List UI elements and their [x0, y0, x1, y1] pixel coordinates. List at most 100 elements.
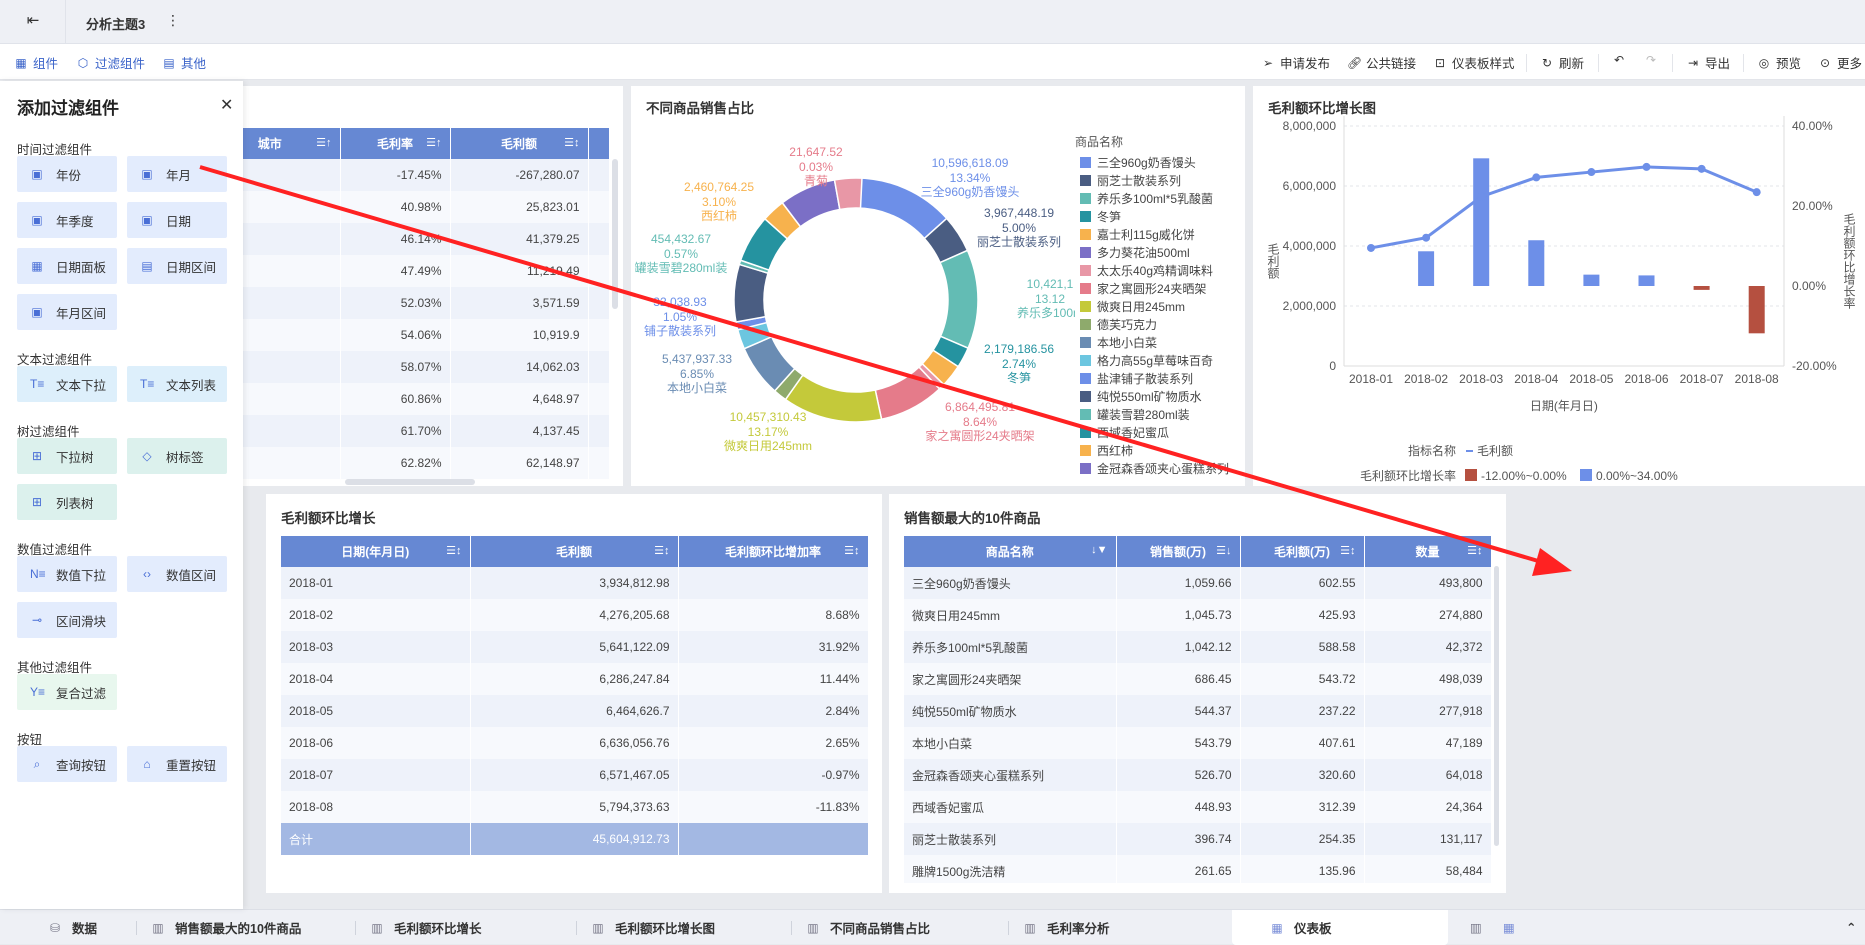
- sort-icon[interactable]: ☰↕: [654, 544, 669, 557]
- table-row[interactable]: 54.06% 10,919.9: [200, 319, 610, 351]
- filter-widget-button[interactable]: ▣ 年份: [17, 156, 117, 192]
- sort-icon[interactable]: ☰↑: [426, 136, 441, 149]
- column-header[interactable]: 毛利额环比增加率 ☰↕: [678, 536, 869, 567]
- table-row[interactable]: 家之寓圆形24夹晒架 686.45 543.72 498,039: [904, 663, 1492, 695]
- preview-button[interactable]: ◎ 预览: [1757, 53, 1801, 72]
- column-header[interactable]: 商品名称 ↓▼: [904, 536, 1117, 567]
- filter-widget-button[interactable]: ‹› 数值区间: [127, 556, 227, 592]
- growth-bar[interactable]: [1748, 286, 1765, 334]
- filter-widget-button[interactable]: T≡ 文本下拉: [17, 366, 117, 402]
- filter-widget-button[interactable]: ⊸ 区间滑块: [17, 602, 117, 638]
- legend-item[interactable]: 微爽日用245mm: [1080, 298, 1185, 315]
- pie-slice[interactable]: [939, 249, 979, 350]
- growth-bar[interactable]: [1418, 251, 1435, 286]
- table-row[interactable]: 2018-08 5,794,373.63 -11.83%: [281, 791, 869, 823]
- table-row[interactable]: 2018-01 3,934,812.98: [281, 567, 869, 599]
- table-row[interactable]: 2018-05 6,464,626.7 2.84%: [281, 695, 869, 727]
- table-row[interactable]: 2018-04 6,286,247.84 11.44%: [281, 663, 869, 695]
- vertical-scrollbar[interactable]: [1494, 566, 1499, 846]
- table-row[interactable]: -17.45% -267,280.07: [200, 159, 610, 191]
- horizontal-scrollbar[interactable]: [345, 479, 475, 485]
- filter-widget-button[interactable]: ▣ 年月区间: [17, 294, 117, 330]
- legend-item[interactable]: 冬笋: [1080, 208, 1121, 225]
- sort-icon[interactable]: ☰↕: [1467, 544, 1482, 557]
- legend-item[interactable]: 太太乐40g鸡精调味料: [1080, 262, 1213, 279]
- export-button[interactable]: ⇥ 导出: [1686, 53, 1730, 72]
- table-row[interactable]: 丽芝士散装系列 396.74 254.35 131,117: [904, 823, 1492, 855]
- filter-widget-button[interactable]: ⌂ 重置按钮: [127, 746, 227, 782]
- refresh-button[interactable]: ↻ 刷新: [1540, 53, 1584, 72]
- table-row[interactable]: 47.49% 11,219.49: [200, 255, 610, 287]
- legend-item[interactable]: 德芙巧克力: [1080, 316, 1157, 333]
- column-header[interactable]: 销售额(万) ☰↓: [1116, 536, 1241, 567]
- other-button[interactable]: ▤ 其他: [162, 53, 206, 72]
- growth-bar[interactable]: [1638, 275, 1655, 286]
- legend-item[interactable]: 本地小白菜: [1080, 334, 1157, 351]
- legend-item[interactable]: 西红柿: [1080, 442, 1133, 459]
- legend-item[interactable]: 家之寓圆形24夹晒架: [1080, 280, 1206, 297]
- table-row[interactable]: 纯悦550ml矿物质水 544.37 237.22 277,918: [904, 695, 1492, 727]
- table-row[interactable]: 40.98% 25,823.01: [200, 191, 610, 223]
- filter-widget-button[interactable]: N≡ 数值下拉: [17, 556, 117, 592]
- table-row[interactable]: 2018-02 4,276,205.68 8.68%: [281, 599, 869, 631]
- table-row[interactable]: 雕牌1500g洗洁精 261.65 135.96 58,484: [904, 855, 1492, 883]
- bottom-tab[interactable]: ▥ 毛利额环比增长图: [591, 910, 715, 945]
- table-row[interactable]: 三全960g奶香馒头 1,059.66 602.55 493,800: [904, 567, 1492, 599]
- legend-item[interactable]: 养乐多100ml*5乳酸菌: [1080, 190, 1213, 207]
- filter-widget-button[interactable]: Y≡ 复合过滤: [17, 674, 117, 710]
- line-point[interactable]: [1367, 243, 1375, 252]
- undo-icon[interactable]: ↶: [1612, 53, 1626, 67]
- line-point[interactable]: [1697, 164, 1706, 173]
- table-row[interactable]: 养乐多100ml*5乳酸菌 1,042.12 588.58 42,372: [904, 631, 1492, 663]
- sort-icon[interactable]: ☰↕: [446, 544, 461, 557]
- legend-item[interactable]: 西域香妃蜜瓜: [1080, 424, 1169, 441]
- table-row[interactable]: 52.03% 3,571.59: [200, 287, 610, 319]
- add-component-icon[interactable]: ▥: [1470, 910, 1484, 945]
- growth-bar[interactable]: [1528, 240, 1545, 286]
- line-point[interactable]: [1752, 188, 1761, 197]
- redo-icon[interactable]: ↷: [1644, 53, 1658, 67]
- column-header[interactable]: 毛利额(万) ☰↕: [1240, 536, 1365, 567]
- legend-pos-swatch[interactable]: [1580, 469, 1592, 481]
- more-vertical-icon[interactable]: ⋮: [166, 12, 180, 29]
- sort-icon[interactable]: ☰↕: [844, 544, 859, 557]
- column-header[interactable]: 数量 ☰↕: [1364, 536, 1492, 567]
- legend-item[interactable]: 丽芝士散装系列: [1080, 172, 1181, 189]
- filter-widget-button[interactable]: ⌕ 查询按钮: [17, 746, 117, 782]
- line-point[interactable]: [1642, 162, 1651, 171]
- sort-icon[interactable]: ☰↕: [564, 136, 579, 149]
- legend-item[interactable]: 三全960g奶香馒头: [1080, 154, 1196, 171]
- table-row[interactable]: 2018-07 6,571,467.05 -0.97%: [281, 759, 869, 791]
- filter-widget-button[interactable]: ▣ 日期: [127, 202, 227, 238]
- table-row[interactable]: 2018-06 6,636,056.76 2.65%: [281, 727, 869, 759]
- filter-widget-button[interactable]: ▦ 日期面板: [17, 248, 117, 284]
- sort-filter-icon[interactable]: ↓▼: [1091, 544, 1107, 556]
- sort-icon[interactable]: ☰↑: [316, 136, 331, 149]
- line-point[interactable]: [1587, 168, 1596, 177]
- filter-widget-button[interactable]: T≡ 文本列表: [127, 366, 227, 402]
- component-button[interactable]: ▦ 组件: [14, 53, 58, 72]
- filter-component-button[interactable]: ⬡ 过滤组件: [76, 53, 145, 72]
- growth-bar[interactable]: [1583, 274, 1600, 286]
- filter-widget-button[interactable]: ⊞ 列表树: [17, 484, 117, 520]
- line-point[interactable]: [1422, 233, 1431, 242]
- table-row[interactable]: 46.14% 41,379.25: [200, 223, 610, 255]
- legend-item[interactable]: 盐津铺子散装系列: [1080, 370, 1193, 387]
- bottom-tab[interactable]: ▥ 销售额最大的10件商品: [151, 910, 301, 945]
- theme-title[interactable]: 分析主题3: [86, 14, 145, 33]
- column-header[interactable]: 毛利率 ☰↑: [340, 128, 451, 159]
- close-icon[interactable]: ✕: [220, 95, 233, 115]
- bottom-tab[interactable]: ⛁ 数据: [48, 910, 97, 945]
- column-header[interactable]: 日期(年月日) ☰↕: [281, 536, 471, 567]
- table-row[interactable]: 微爽日用245mm 1,045.73 425.93 274,880: [904, 599, 1492, 631]
- bottom-tab[interactable]: ▥ 毛利额环比增长: [370, 910, 481, 945]
- table-row[interactable]: 62.82% 62,148.97: [200, 447, 610, 479]
- collapse-up-icon[interactable]: ⌃: [1846, 910, 1860, 945]
- publish-button[interactable]: ➢ 申请发布: [1261, 53, 1330, 72]
- legend-item[interactable]: 多力葵花油500ml: [1080, 244, 1190, 261]
- exit-icon[interactable]: ⇤: [26, 13, 40, 28]
- table-row[interactable]: 60.86% 4,648.97: [200, 383, 610, 415]
- growth-bar[interactable]: [1693, 286, 1710, 290]
- legend-item[interactable]: 罐装雪碧280ml装: [1080, 406, 1190, 423]
- table-row[interactable]: 2018-03 5,641,122.09 31.92%: [281, 631, 869, 663]
